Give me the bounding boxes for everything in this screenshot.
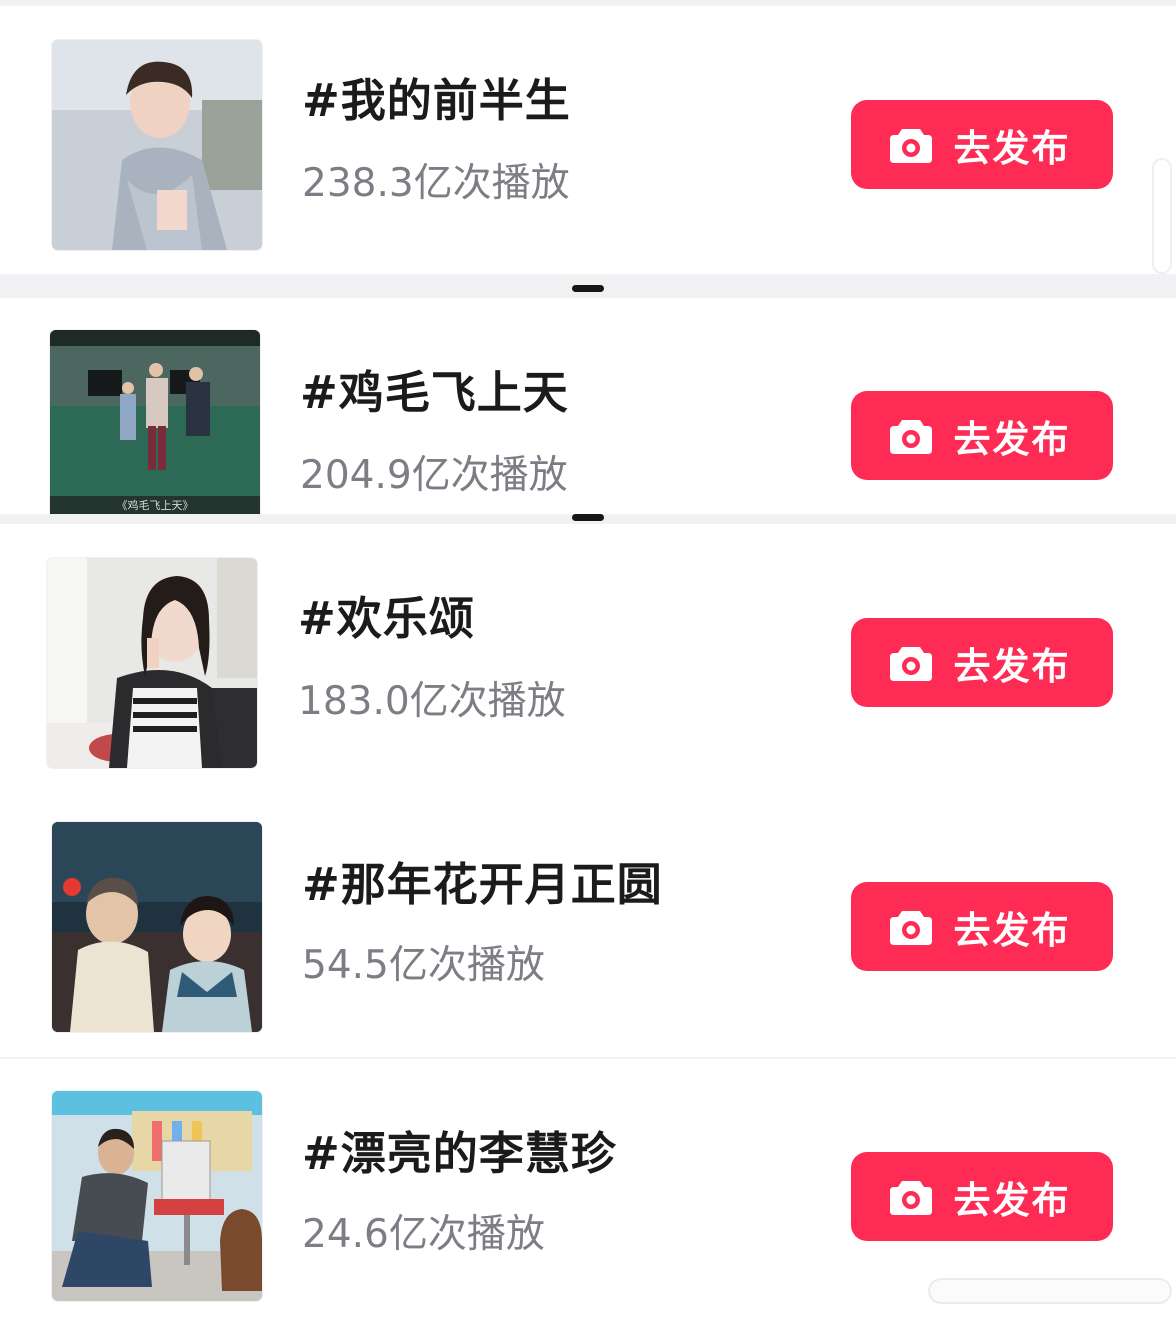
thumbnail[interactable] [52,822,262,1032]
thumbnail-image [52,822,262,1032]
publish-button-label: 去发布 [953,417,1071,461]
thumbnail-image [52,1091,262,1301]
play-count: 238.3亿次播放 [302,161,570,206]
list-item[interactable]: #我的前半生 238.3亿次播放 去发布 [0,0,1176,272]
scrollbar[interactable] [1152,158,1172,274]
publish-button[interactable]: 去发布 [851,618,1113,707]
thumbnail[interactable] [52,1091,262,1301]
topic-title[interactable]: #欢乐颂 [298,582,475,647]
camera-icon [889,1180,932,1215]
play-count: 24.6亿次播放 [302,1212,545,1257]
drag-handle[interactable] [572,514,604,521]
thumbnail[interactable] [47,558,257,768]
list-item[interactable]: #那年花开月正圆 54.5亿次播放 去发布 [0,796,1176,1058]
publish-button[interactable]: 去发布 [851,391,1113,480]
topic-title[interactable]: #鸡毛飞上天 [300,356,569,421]
thumbnail[interactable]: 《鸡毛飞上天》 [50,330,260,514]
topic-title[interactable]: #漂亮的李慧珍 [302,1117,617,1182]
play-count: 54.5亿次播放 [302,943,545,988]
thumbnail-image [52,40,262,250]
publish-button-label: 去发布 [953,644,1071,688]
camera-icon [889,910,932,945]
publish-button-label: 去发布 [953,908,1071,952]
publish-button[interactable]: 去发布 [851,1152,1113,1241]
camera-icon [889,128,932,163]
publish-button[interactable]: 去发布 [851,882,1113,971]
thumbnail[interactable] [52,40,262,250]
publish-button[interactable]: 去发布 [851,100,1113,189]
camera-icon [889,646,932,681]
thumbnail-caption: 《鸡毛飞上天》 [117,498,194,512]
play-count: 183.0亿次播放 [298,679,566,724]
topic-title[interactable]: #那年花开月正圆 [302,848,663,913]
publish-button-label: 去发布 [953,1178,1071,1222]
thumbnail-image [47,558,257,768]
list-item[interactable]: #欢乐颂 183.0亿次播放 去发布 [0,524,1176,796]
list-item[interactable]: 《鸡毛飞上天》 #鸡毛飞上天 204.9亿次播放 去发布 [0,298,1176,516]
topic-title[interactable]: #我的前半生 [302,64,571,129]
play-count: 204.9亿次播放 [300,453,568,498]
camera-icon [889,419,932,454]
publish-button-label: 去发布 [953,126,1071,170]
bottom-handle-pill[interactable] [928,1278,1172,1304]
drag-handle[interactable] [572,285,604,292]
thumbnail-image: 《鸡毛飞上天》 [50,330,260,514]
